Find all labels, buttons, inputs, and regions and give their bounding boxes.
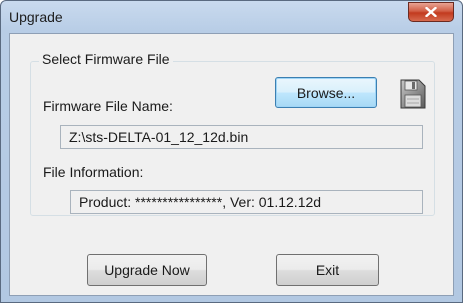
file-name-label: Firmware File Name:: [43, 98, 173, 114]
file-name-field[interactable]: Z:\sts-DELTA-01_12_12d.bin: [60, 125, 423, 149]
file-info-label: File Information:: [43, 164, 144, 180]
title-bar[interactable]: Upgrade: [1, 1, 462, 33]
window-title: Upgrade: [9, 9, 63, 25]
close-icon: [425, 7, 437, 17]
groupbox-legend: Select Firmware File: [39, 51, 173, 67]
close-button[interactable]: [408, 2, 454, 22]
exit-button[interactable]: Exit: [276, 254, 379, 286]
floppy-disk-icon: [400, 79, 426, 109]
upgrade-now-button[interactable]: Upgrade Now: [87, 254, 207, 286]
browse-button[interactable]: Browse...: [275, 77, 377, 108]
upgrade-dialog: Upgrade Select Firmware File Browse... F…: [0, 0, 463, 303]
file-info-field[interactable]: Product: ****************, Ver: 01.12.12…: [70, 190, 423, 214]
dialog-client-area: Select Firmware File Browse... Firmware …: [9, 33, 454, 296]
